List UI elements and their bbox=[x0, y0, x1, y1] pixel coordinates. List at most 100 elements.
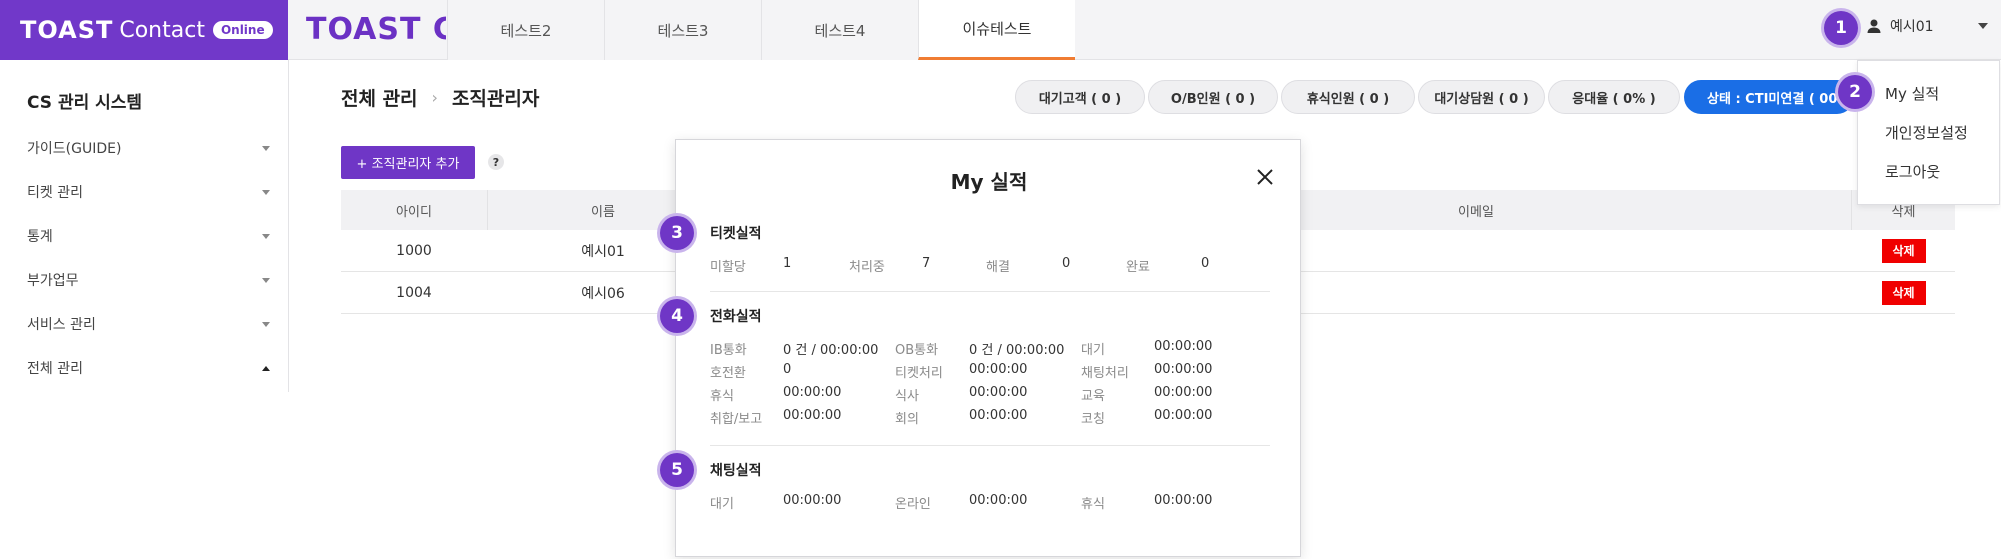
ticket-in-progress-label: 처리중 bbox=[849, 260, 885, 275]
call-ib-label: IB통화 bbox=[710, 343, 747, 358]
step-badge-5: 5 bbox=[660, 453, 694, 487]
call-coaching-value: 00:00:00 bbox=[1154, 408, 1213, 423]
top-header: TOAST Contact Online TOAST C 테스트2 테스트3 테… bbox=[0, 0, 2001, 60]
ticket-section-title: 티켓실적 bbox=[710, 226, 762, 242]
app-root: TOAST Contact Online TOAST C 테스트2 테스트3 테… bbox=[0, 0, 2001, 559]
chevron-right-icon: › bbox=[431, 88, 438, 107]
page-title: 조직관리자 bbox=[451, 88, 540, 110]
section-divider bbox=[710, 291, 1270, 292]
call-transfer-label: 호전환 bbox=[710, 366, 746, 381]
ticket-complete-value: 0 bbox=[1201, 256, 1210, 271]
section-divider bbox=[710, 445, 1270, 446]
chat-online-value: 00:00:00 bbox=[969, 493, 1028, 508]
chevron-down-icon bbox=[262, 321, 270, 327]
call-section-title: 전화실적 bbox=[710, 309, 762, 325]
help-icon[interactable]: ? bbox=[488, 154, 504, 170]
call-wait-label: 대기 bbox=[1081, 343, 1105, 358]
status-waiting-customers: 대기고객 ( 0 ) bbox=[1015, 80, 1145, 114]
sidebar-item-extra-work[interactable]: 부가업무 bbox=[27, 268, 270, 292]
call-rest-value: 00:00:00 bbox=[783, 385, 842, 400]
sidebar-item-tickets[interactable]: 티켓 관리 bbox=[27, 180, 270, 204]
status-response-rate: 응대율 ( 0% ) bbox=[1548, 80, 1680, 114]
column-header-email: 이메일 bbox=[1458, 204, 1494, 220]
call-report-value: 00:00:00 bbox=[783, 408, 842, 423]
brand-logo[interactable]: TOAST Contact Online bbox=[0, 0, 288, 60]
status-waiting-agents: 대기상담원 ( 0 ) bbox=[1418, 80, 1545, 114]
call-transfer-value: 0 bbox=[783, 362, 792, 377]
chat-wait-label: 대기 bbox=[710, 497, 734, 512]
user-name: 예시01 bbox=[1890, 19, 1934, 35]
sidebar-item-admin[interactable]: 전체 관리 bbox=[27, 356, 270, 380]
call-meeting-label: 회의 bbox=[895, 412, 919, 427]
call-training-value: 00:00:00 bbox=[1154, 385, 1213, 400]
tab-test3[interactable]: 테스트3 bbox=[604, 0, 761, 60]
delete-cell: 삭제 bbox=[1852, 230, 1955, 271]
call-coaching-label: 코칭 bbox=[1081, 412, 1105, 427]
call-meal-value: 00:00:00 bbox=[969, 385, 1028, 400]
menu-item-logout[interactable]: 로그아웃 bbox=[1885, 161, 1940, 182]
tab-test4[interactable]: 테스트4 bbox=[761, 0, 918, 60]
close-icon[interactable] bbox=[1256, 168, 1274, 186]
call-ticket-work-label: 티켓처리 bbox=[895, 366, 943, 381]
sidebar-item-label: 서비스 관리 bbox=[27, 317, 96, 333]
chevron-down-icon bbox=[1977, 23, 1988, 29]
chevron-up-icon bbox=[262, 365, 270, 371]
sidebar-item-stats[interactable]: 통계 bbox=[27, 224, 270, 248]
status-resting-agents: 휴식인원 ( 0 ) bbox=[1281, 80, 1415, 114]
sidebar-title: CS 관리 시스템 bbox=[27, 93, 143, 113]
modal-title: My 실적 bbox=[950, 170, 1028, 194]
ticket-unassigned-value: 1 bbox=[783, 256, 792, 271]
step-badge-4: 4 bbox=[660, 299, 694, 333]
status-ob-agents: O/B인원 ( 0 ) bbox=[1148, 80, 1278, 114]
sidebar-item-label: 티켓 관리 bbox=[27, 185, 83, 201]
user-dropdown-menu: My 실적 개인정보설정 로그아웃 bbox=[1857, 60, 2000, 205]
chevron-down-icon bbox=[262, 189, 270, 195]
call-report-label: 취합/보고 bbox=[710, 412, 763, 427]
chevron-down-icon bbox=[262, 233, 270, 239]
logo-product-text: Contact bbox=[119, 17, 205, 43]
menu-item-personal-settings[interactable]: 개인정보설정 bbox=[1885, 122, 1968, 143]
sidebar: CS 관리 시스템 가이드(GUIDE) 티켓 관리 통계 부가업무 서비스 관… bbox=[0, 60, 289, 392]
call-ib-value: 0 건 / 00:00:00 bbox=[783, 343, 879, 358]
chevron-down-icon bbox=[262, 145, 270, 151]
call-ob-value: 0 건 / 00:00:00 bbox=[969, 343, 1065, 358]
user-menu-toggle[interactable]: 예시01 bbox=[1866, 16, 1988, 36]
call-chat-work-value: 00:00:00 bbox=[1154, 362, 1213, 377]
sidebar-item-label: 전체 관리 bbox=[27, 361, 83, 377]
delete-button[interactable]: 삭제 bbox=[1881, 238, 1926, 263]
sidebar-item-label: 통계 bbox=[27, 229, 53, 245]
tab-issue-test[interactable]: 이슈테스트 bbox=[918, 0, 1075, 60]
chat-rest-label: 휴식 bbox=[1081, 497, 1105, 512]
chat-wait-value: 00:00:00 bbox=[783, 493, 842, 508]
user-icon bbox=[1867, 19, 1881, 33]
call-wait-value: 00:00:00 bbox=[1154, 339, 1213, 354]
logo-brand-text: TOAST bbox=[20, 16, 114, 44]
delete-button[interactable]: 삭제 bbox=[1881, 280, 1926, 305]
menu-item-my-performance[interactable]: My 실적 bbox=[1885, 83, 1939, 104]
tab-test2[interactable]: 테스트2 bbox=[447, 0, 604, 60]
call-chat-work-label: 채팅처리 bbox=[1081, 366, 1129, 381]
ticket-resolved-label: 해결 bbox=[986, 260, 1010, 275]
add-org-manager-button[interactable]: + 조직관리자 추가 bbox=[341, 146, 475, 179]
breadcrumb: 전체 관리 › 조직관리자 bbox=[341, 84, 539, 111]
edition-badge: Online bbox=[212, 21, 273, 39]
sidebar-item-label: 가이드(GUIDE) bbox=[27, 141, 122, 157]
delete-cell: 삭제 bbox=[1852, 272, 1955, 313]
column-header-id: 아이디 bbox=[396, 204, 432, 220]
chat-online-label: 온라인 bbox=[895, 497, 931, 512]
sidebar-item-guide[interactable]: 가이드(GUIDE) bbox=[27, 136, 270, 160]
call-ob-label: OB통화 bbox=[895, 343, 939, 358]
chat-rest-value: 00:00:00 bbox=[1154, 493, 1213, 508]
sidebar-item-label: 부가업무 bbox=[27, 273, 79, 289]
cti-status-button[interactable]: 상태 : CTI미연결 ( 00:00:00 ) bbox=[1684, 80, 1854, 114]
chat-section-title: 채팅실적 bbox=[710, 463, 762, 479]
step-badge-3: 3 bbox=[660, 216, 694, 250]
breadcrumb-parent[interactable]: 전체 관리 bbox=[341, 84, 418, 111]
step-badge-2: 2 bbox=[1838, 75, 1872, 109]
sidebar-item-service[interactable]: 서비스 관리 bbox=[27, 312, 270, 336]
cell-id: 1004 bbox=[396, 284, 432, 301]
call-rest-label: 휴식 bbox=[710, 389, 734, 404]
call-meal-label: 식사 bbox=[895, 389, 919, 404]
ticket-in-progress-value: 7 bbox=[922, 256, 931, 271]
ticket-unassigned-label: 미할당 bbox=[710, 260, 746, 275]
